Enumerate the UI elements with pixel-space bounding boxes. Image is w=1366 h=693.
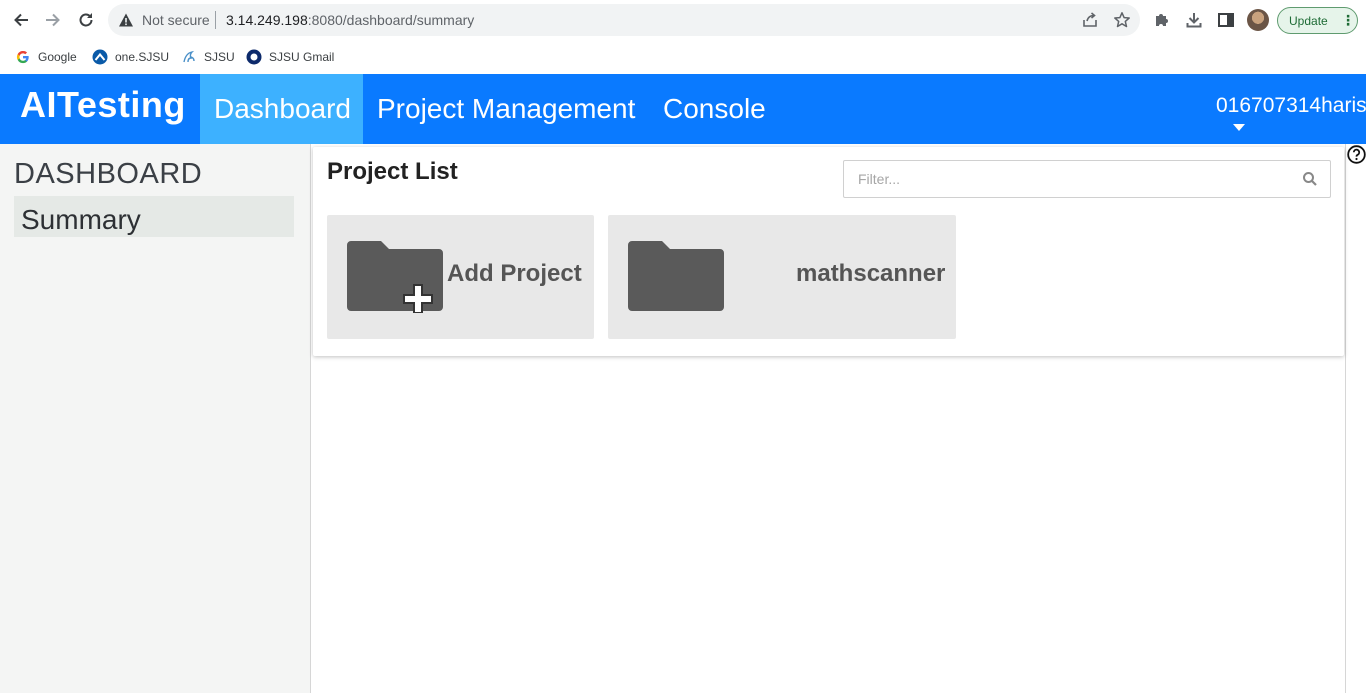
browser-toolbar: Not secure 3.14.249.198:8080/dashboard/s… [0,0,1366,40]
project-list-title: Project List [327,158,458,185]
folder-add-icon [347,241,443,313]
bookmark-label: Google [38,50,77,64]
sidebar-title: DASHBOARD [14,158,203,190]
project-card-mathscanner[interactable]: mathscanner [608,215,956,339]
side-panel-icon [1218,13,1234,27]
sjsu-gmail-icon [246,49,262,65]
side-panel-button[interactable] [1216,10,1236,30]
reload-button[interactable] [75,9,97,31]
card-label: mathscanner [796,260,946,287]
extensions-button[interactable] [1152,10,1172,30]
filter-input[interactable] [844,161,1284,197]
bookmark-label: one.SJSU [115,50,170,64]
url-text: 3.14.249.198:8080/dashboard/summary [226,12,474,28]
update-button[interactable]: Update ⋮ [1277,7,1358,34]
profile-avatar[interactable] [1247,9,1269,31]
one-sjsu-icon [92,49,108,65]
user-menu[interactable]: 016707314harish [1216,94,1366,118]
google-icon [15,49,31,65]
reload-icon [79,13,93,27]
caret-down-icon[interactable] [1233,124,1245,131]
bookmark-sjsu[interactable]: SJSU [181,48,235,66]
bookmark-google[interactable]: Google [15,48,77,66]
main-content: Project List Add Project mathscanner [310,144,1346,693]
back-arrow-icon [14,13,28,27]
bookmark-star-button[interactable] [1113,11,1131,29]
forward-arrow-icon [46,13,60,27]
not-secure-label: Not secure [142,12,210,28]
nav-console[interactable]: Console [649,74,780,144]
forward-button[interactable] [42,9,64,31]
bookmark-sjsu-gmail[interactable]: SJSU Gmail [246,48,334,66]
nav-project-management[interactable]: Project Management [363,74,649,144]
app-header: AITesting Dashboard Project Management C… [0,74,1366,144]
share-icon [1083,12,1097,27]
project-list-panel: Project List Add Project mathscanner [313,147,1344,356]
sidebar: DASHBOARD Summary [0,144,310,693]
card-label: Add Project [447,260,582,287]
share-button[interactable] [1081,11,1099,29]
bookmark-label: SJSU Gmail [269,50,335,64]
bookmark-one-sjsu[interactable]: one.SJSU [92,48,169,66]
bookmark-label: SJSU [204,50,235,64]
folder-icon [628,241,724,311]
download-icon [1186,13,1202,28]
help-icon[interactable] [1347,145,1366,164]
back-button[interactable] [10,9,32,31]
url-path: :8080/dashboard/summary [307,12,475,28]
omnibox-separator [215,11,216,29]
address-bar[interactable]: Not secure 3.14.249.198:8080/dashboard/s… [108,4,1140,36]
puzzle-icon [1156,14,1168,26]
downloads-button[interactable] [1184,10,1204,30]
update-label: Update [1289,14,1328,28]
nav-dashboard[interactable]: Dashboard [200,74,363,144]
filter-box [843,160,1331,198]
star-icon [1114,12,1130,28]
add-project-card[interactable]: Add Project [327,215,594,339]
warning-icon [119,13,133,27]
bookmarks-bar: Google one.SJSU SJSU SJSU Gmail [0,40,1366,74]
brand-logo[interactable]: AITesting [20,84,186,126]
more-vert-icon: ⋮ [1341,12,1355,28]
sidebar-item-summary[interactable]: Summary [14,196,294,237]
search-icon[interactable] [1302,171,1318,187]
url-host: 3.14.249.198 [226,12,308,28]
sjsu-icon [181,49,197,65]
